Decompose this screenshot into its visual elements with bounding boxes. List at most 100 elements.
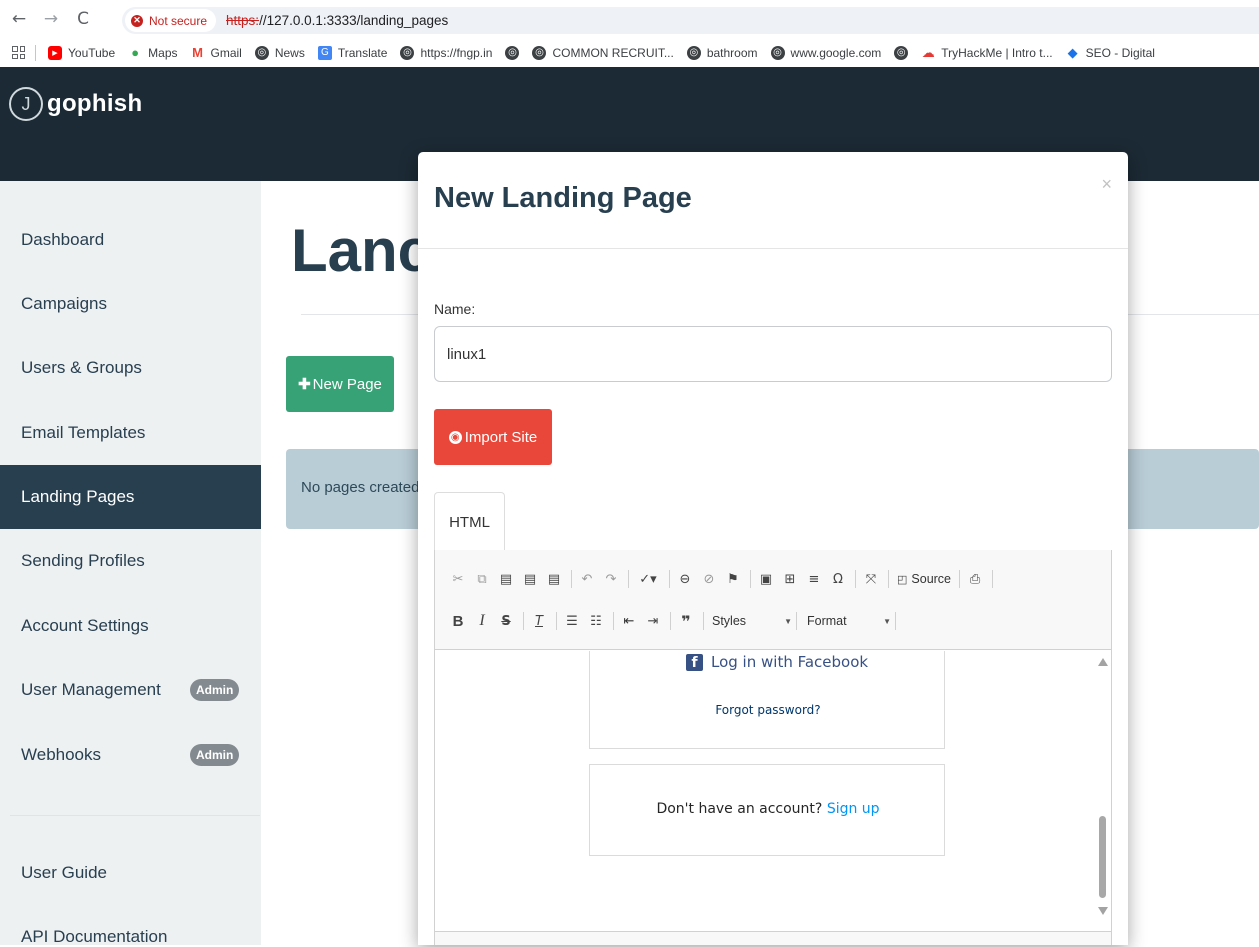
bookmark-label: TryHackMe | Intro t... — [941, 45, 1053, 60]
horizontal-rule-icon[interactable]: ≡ — [803, 568, 825, 590]
undo-icon[interactable]: ↶ — [576, 568, 598, 590]
outdent-icon[interactable]: ⇤ — [618, 610, 640, 632]
globe-icon: ◎ — [254, 45, 269, 60]
back-arrow-icon[interactable]: ← — [6, 6, 32, 32]
facebook-login-link[interactable]: f Log in with Facebook — [686, 653, 868, 671]
bookmark-tryhackme[interactable]: ☁ TryHackMe | Intro t... — [921, 44, 1053, 60]
bookmark-unnamed[interactable]: ◎ — [505, 45, 520, 60]
tab-html[interactable]: HTML — [434, 492, 505, 552]
chevron-down-icon: ▼ — [883, 616, 891, 626]
toolbar-separator — [556, 612, 557, 630]
source-button[interactable]: ◰ Source — [897, 572, 951, 586]
toolbar-separator — [571, 570, 572, 588]
image-icon[interactable]: ▣ — [755, 568, 777, 590]
sign-up-link[interactable]: Sign up — [827, 801, 880, 817]
source-label: Source — [911, 572, 952, 586]
login-box: f Log in with Facebook Forgot password? — [589, 651, 945, 749]
warning-icon: ✕ — [131, 14, 143, 27]
name-label: Name: — [434, 301, 476, 317]
security-chip[interactable]: ✕ Not secure — [125, 9, 217, 32]
scrollbar-thumb[interactable] — [1099, 816, 1106, 898]
import-site-button[interactable]: ◉ Import Site — [434, 409, 552, 465]
bookmark-translate[interactable]: G Translate — [317, 45, 388, 60]
reload-icon[interactable]: C — [70, 6, 96, 32]
special-char-icon[interactable]: Ω — [827, 568, 849, 590]
bookmark-label: Maps — [148, 45, 178, 60]
blockquote-icon[interactable]: ❞ — [675, 610, 697, 632]
numbered-list-icon[interactable]: ☰ — [561, 610, 583, 632]
browser-chrome: ← → C ✕ Not secure https://127.0.0.1:333… — [0, 0, 1259, 67]
strikethrough-icon[interactable]: S — [495, 610, 517, 632]
modal-title: New Landing Page — [434, 182, 692, 214]
scroll-down-arrow-icon[interactable] — [1098, 907, 1108, 915]
facebook-icon: f — [686, 653, 703, 671]
seo-icon: ◆ — [1067, 44, 1078, 60]
spellcheck-icon[interactable]: ✓▾ — [633, 568, 663, 590]
no-account-text: Don't have an account? — [656, 801, 823, 817]
bookmark-label: Translate — [337, 45, 388, 60]
bullet-list-icon[interactable]: ☷ — [585, 610, 607, 632]
close-icon[interactable]: × — [1101, 174, 1112, 195]
bookmark-unnamed-2[interactable]: ◎ — [894, 45, 909, 60]
forward-arrow-icon[interactable]: → — [38, 6, 64, 32]
paste-text-icon[interactable]: ▤ — [519, 568, 541, 590]
bookmark-label: SEO - Digital — [1085, 45, 1155, 60]
editor-content-area[interactable]: f Log in with Facebook Forgot password? D… — [435, 651, 1111, 931]
copy-icon[interactable]: ⧉ — [471, 568, 493, 590]
new-landing-page-modal: New Landing Page × Name: linux1 ◉ Import … — [418, 152, 1128, 945]
styles-label: Styles — [712, 614, 747, 628]
italic-icon[interactable]: I — [471, 610, 493, 632]
bold-icon[interactable]: B — [447, 610, 469, 632]
bookmark-google[interactable]: ◎ www.google.com — [770, 45, 882, 60]
modal-header: New Landing Page × — [418, 152, 1128, 249]
editor-tabs: HTML — [434, 492, 1112, 552]
scroll-up-arrow-icon[interactable] — [1098, 658, 1108, 666]
table-icon[interactable]: ⊞ — [779, 568, 801, 590]
paste-icon[interactable]: ▤ — [495, 568, 517, 590]
anchor-flag-icon[interactable]: ⚑ — [722, 568, 744, 590]
name-input[interactable]: linux1 — [434, 326, 1112, 382]
html-editor: ✂ ⧉ ▤ ▤ ▤ ↶ ↷ ✓▾ ⊖ ⊘ ⚑ ▣ ⊞ ≡ Ω ⤧ ◰ Sourc… — [434, 550, 1112, 945]
tryhackme-icon: ☁ — [921, 44, 935, 60]
remove-format-icon[interactable]: T — [528, 610, 550, 632]
redo-icon[interactable]: ↷ — [600, 568, 622, 590]
bookmark-bathroom[interactable]: ◎ bathroom — [686, 45, 758, 60]
link-icon[interactable]: ⊖ — [674, 568, 696, 590]
paste-word-icon[interactable]: ▤ — [543, 568, 565, 590]
bookmark-news[interactable]: ◎ News — [254, 45, 305, 60]
youtube-icon: ▶ — [48, 45, 62, 60]
forgot-password-link[interactable]: Forgot password? — [590, 703, 946, 717]
toolbar-separator — [669, 570, 670, 588]
bookmark-seo[interactable]: ◆ SEO - Digital — [1066, 44, 1155, 60]
url-text[interactable]: https://127.0.0.1:3333/landing_pages — [226, 13, 448, 28]
preview-icon[interactable]: ⎙ — [964, 568, 986, 590]
bookmark-common-recruit[interactable]: ◎ COMMON RECRUIT... — [532, 45, 674, 60]
toolbar-separator — [855, 570, 856, 588]
toolbar-separator — [703, 612, 704, 630]
bookmark-label: https://fngp.in — [420, 45, 493, 60]
facebook-login-label: Log in with Facebook — [711, 653, 869, 671]
globe-icon: ◎ — [770, 45, 785, 60]
toolbar-separator — [670, 612, 671, 630]
bookmark-gmail[interactable]: M Gmail — [191, 45, 242, 60]
unlink-icon[interactable]: ⊘ — [698, 568, 720, 590]
editor-footer — [435, 931, 1111, 945]
format-dropdown[interactable]: Format ▼ — [801, 614, 891, 628]
bookmark-maps[interactable]: ● Maps — [128, 45, 178, 60]
indent-icon[interactable]: ⇥ — [642, 610, 664, 632]
url-scheme: https: — [226, 13, 260, 28]
styles-dropdown[interactable]: Styles ▼ — [708, 614, 792, 628]
editor-scrollbar[interactable] — [1094, 651, 1111, 931]
bookmark-fngp[interactable]: ◎ https://fngp.in — [400, 45, 493, 60]
apps-grid-icon[interactable] — [12, 46, 25, 59]
source-icon: ◰ — [897, 573, 908, 586]
bookmark-youtube[interactable]: ▶ YouTube — [48, 45, 115, 60]
bookmark-label: www.google.com — [790, 45, 882, 60]
cut-icon[interactable]: ✂ — [447, 568, 469, 590]
chevron-down-icon: ▼ — [784, 616, 792, 626]
globe-icon: ◎ — [532, 45, 547, 60]
address-bar[interactable]: ✕ Not secure https://127.0.0.1:3333/land… — [122, 7, 1259, 34]
tab-html-label: HTML — [449, 513, 490, 531]
maximize-icon[interactable]: ⤧ — [860, 568, 882, 590]
toolbar-separator — [750, 570, 751, 588]
